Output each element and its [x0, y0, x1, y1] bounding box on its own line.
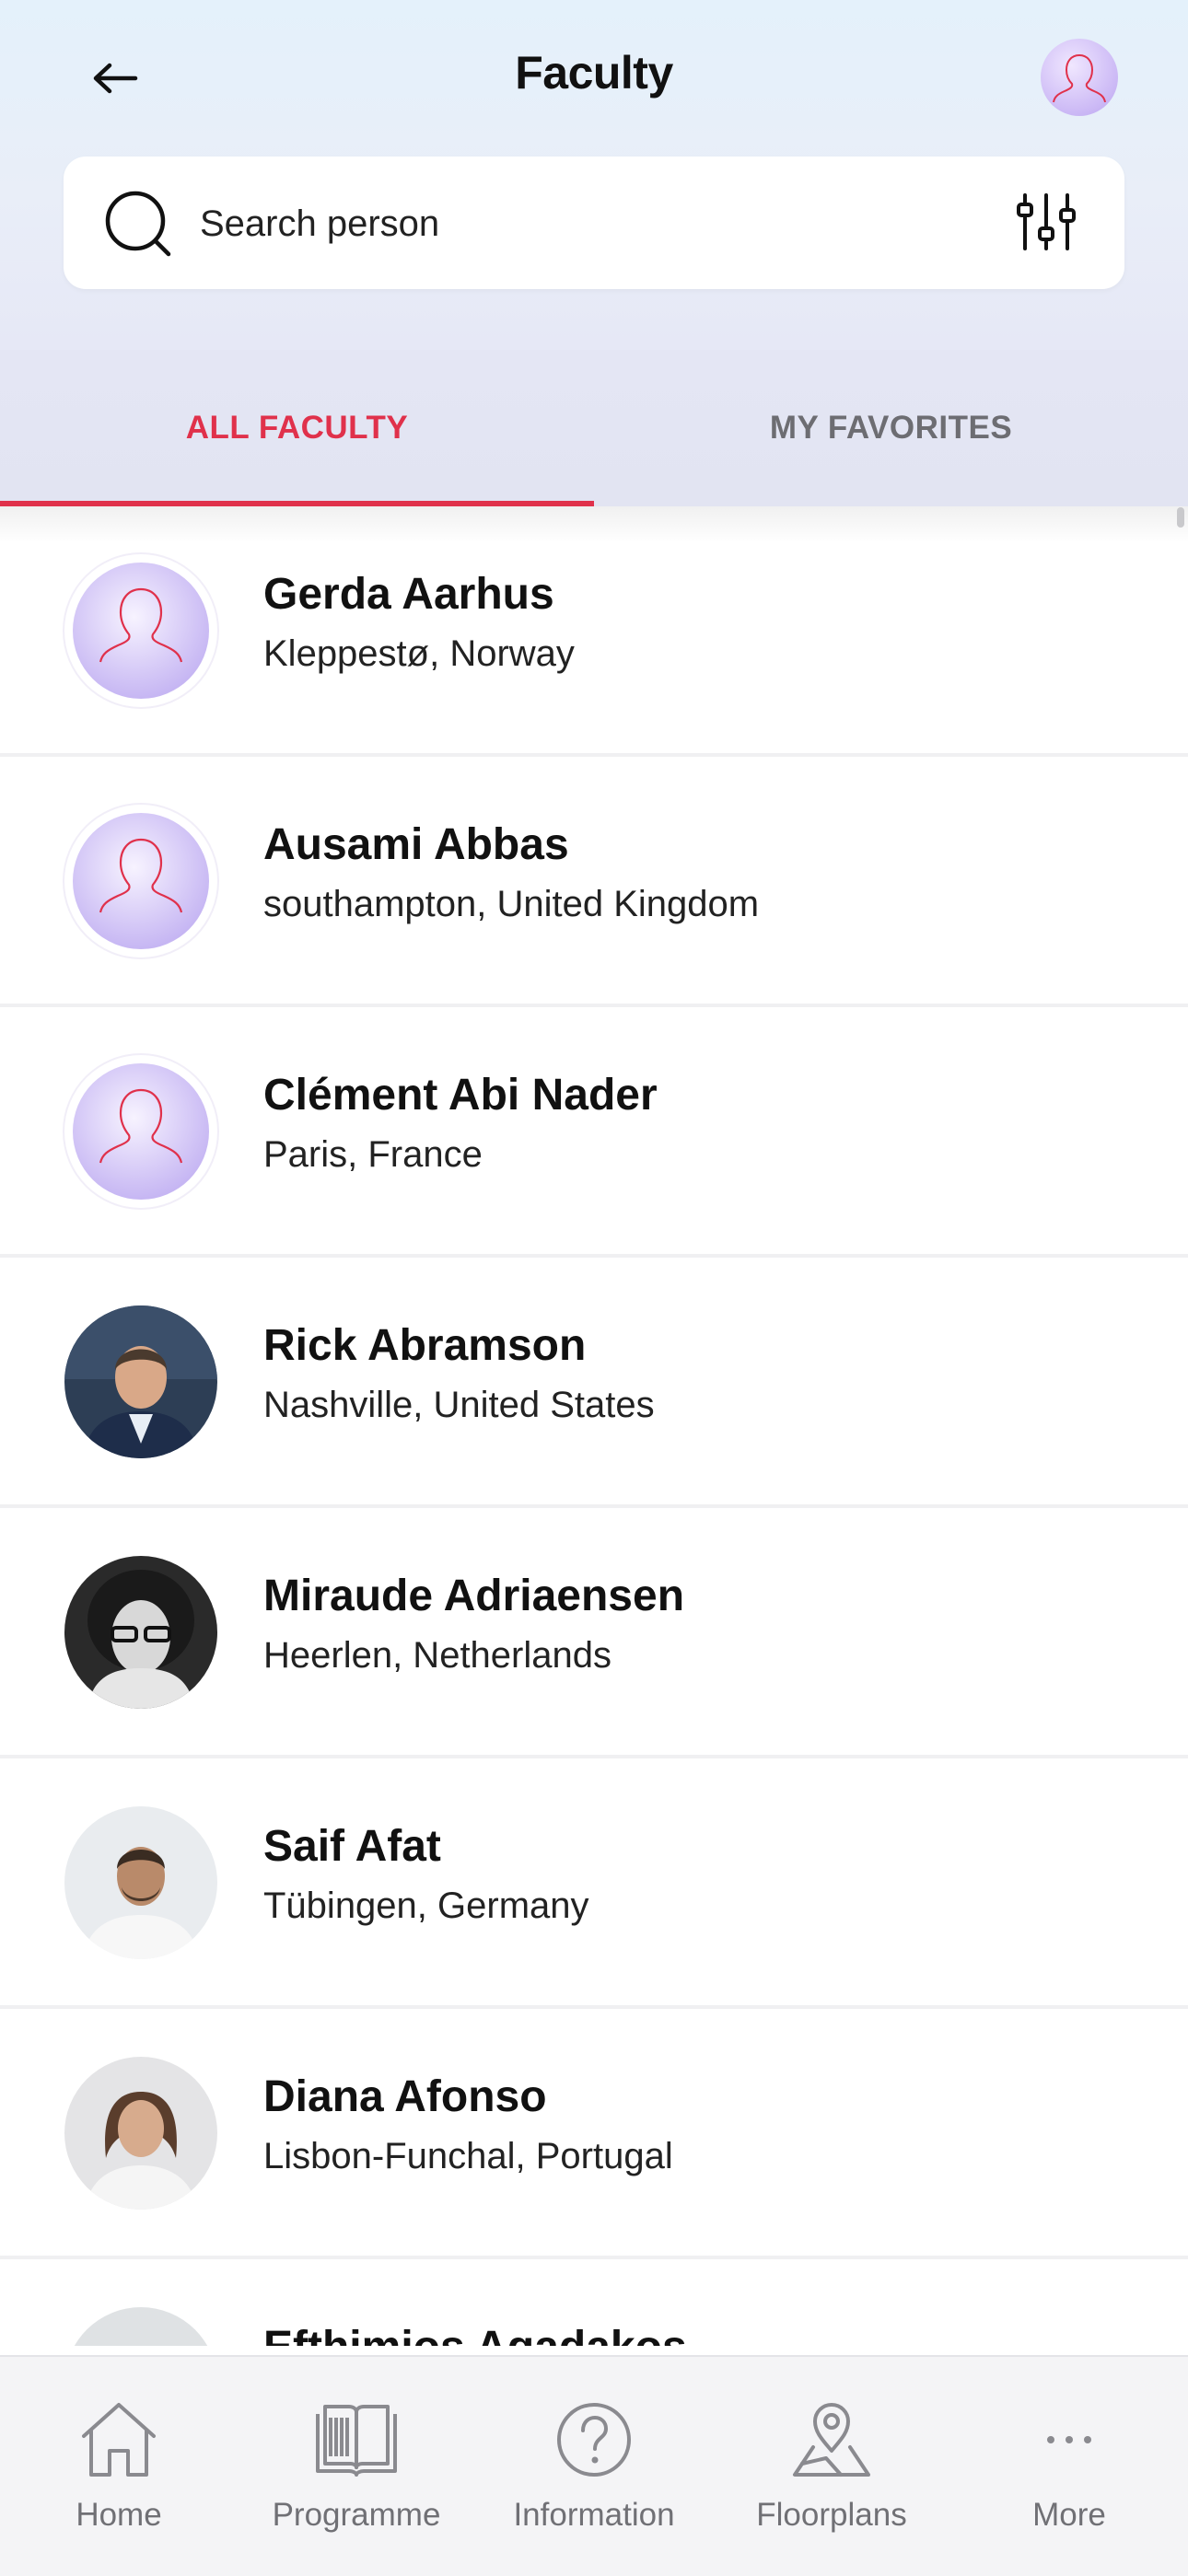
- list-item[interactable]: Rick Abramson Nashville, United States: [0, 1258, 1188, 1508]
- list-item[interactable]: Saif Afat Tübingen, Germany: [0, 1758, 1188, 2009]
- avatar-photo: [64, 1806, 217, 1959]
- nav-home[interactable]: Home: [0, 2357, 238, 2576]
- home-icon: [82, 2403, 156, 2477]
- faculty-name: Efthimios Agadakos: [263, 2322, 687, 2346]
- avatar-photo: [64, 2057, 217, 2210]
- person-placeholder-icon: [73, 563, 209, 699]
- list-item[interactable]: Gerda Aarhus Kleppestø, Norway: [0, 506, 1188, 757]
- faculty-name: Rick Abramson: [263, 1321, 587, 1370]
- question-icon: [557, 2403, 631, 2477]
- nav-label: More: [1032, 2497, 1106, 2533]
- bottom-nav: Home Programme Information Floorplans Mo…: [0, 2355, 1188, 2576]
- avatar: [64, 805, 217, 957]
- nav-more[interactable]: More: [950, 2357, 1188, 2576]
- faculty-location: Nashville, United States: [263, 1385, 655, 1425]
- faculty-location: southampton, United Kingdom: [263, 884, 760, 924]
- nav-information[interactable]: Information: [475, 2357, 713, 2576]
- page-title: Faculty: [515, 47, 673, 99]
- faculty-list[interactable]: Gerda Aarhus Kleppestø, Norway Ausami Ab…: [0, 506, 1188, 2346]
- tab-my-favorites[interactable]: MY FAVORITES: [594, 350, 1188, 506]
- avatar: [64, 554, 217, 707]
- header: Faculty: [0, 0, 1188, 350]
- nav-label: Floorplans: [756, 2497, 907, 2533]
- avatar-photo: [64, 2307, 217, 2346]
- avatar: [64, 1055, 217, 1208]
- faculty-name: Miraude Adriaensen: [263, 1572, 685, 1620]
- nav-floorplans[interactable]: Floorplans: [713, 2357, 950, 2576]
- nav-programme[interactable]: Programme: [238, 2357, 475, 2576]
- faculty-location: Paris, France: [263, 1134, 483, 1175]
- person-silhouette-icon: [1053, 54, 1106, 103]
- faculty-location: Lisbon-Funchal, Portugal: [263, 2136, 673, 2176]
- faculty-name: Saif Afat: [263, 1822, 441, 1871]
- search-input[interactable]: [198, 195, 1012, 252]
- faculty-name: Clément Abi Nader: [263, 1071, 658, 1120]
- search-bar[interactable]: [64, 157, 1124, 289]
- tab-all-faculty[interactable]: ALL FACULTY: [0, 350, 594, 506]
- faculty-location: Kleppestø, Norway: [263, 633, 575, 674]
- faculty-name: Ausami Abbas: [263, 820, 569, 869]
- filter-sliders-icon[interactable]: [1014, 190, 1078, 254]
- faculty-location: Tübingen, Germany: [263, 1886, 589, 1926]
- avatar-photo: [64, 1556, 217, 1709]
- faculty-name: Gerda Aarhus: [263, 570, 554, 619]
- nav-label: Information: [513, 2497, 675, 2533]
- list-item[interactable]: Efthimios Agadakos: [0, 2259, 1188, 2346]
- person-placeholder-icon: [73, 1063, 209, 1200]
- scrollbar-thumb[interactable]: [1177, 507, 1184, 528]
- faculty-name: Diana Afonso: [263, 2072, 547, 2121]
- list-item[interactable]: Clément Abi Nader Paris, France: [0, 1007, 1188, 1258]
- search-icon: [105, 191, 171, 257]
- tab-bar: ALL FACULTY MY FAVORITES: [0, 350, 1188, 506]
- profile-avatar[interactable]: [1041, 39, 1118, 116]
- map-pin-icon: [793, 2403, 870, 2477]
- list-item[interactable]: Ausami Abbas southampton, United Kingdom: [0, 757, 1188, 1007]
- book-icon: [316, 2405, 397, 2477]
- more-dots-icon: [1047, 2436, 1091, 2443]
- list-item[interactable]: Miraude Adriaensen Heerlen, Netherlands: [0, 1508, 1188, 1758]
- nav-label: Programme: [272, 2497, 441, 2533]
- person-placeholder-icon: [73, 813, 209, 949]
- faculty-location: Heerlen, Netherlands: [263, 1635, 611, 1676]
- list-item[interactable]: Diana Afonso Lisbon-Funchal, Portugal: [0, 2009, 1188, 2259]
- avatar-photo: [64, 1305, 217, 1458]
- nav-label: Home: [76, 2497, 162, 2533]
